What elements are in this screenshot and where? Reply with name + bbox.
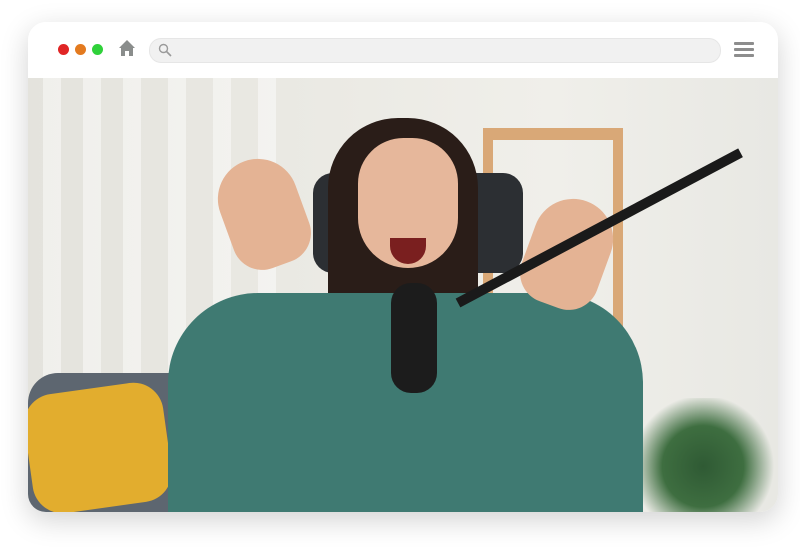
search-icon	[158, 43, 172, 57]
podcaster-photo	[28, 78, 778, 512]
minimize-window-button[interactable]	[75, 44, 86, 55]
browser-window	[28, 22, 778, 512]
maximize-window-button[interactable]	[92, 44, 103, 55]
browser-toolbar	[28, 22, 778, 78]
yellow-pillow	[28, 378, 176, 512]
hamburger-menu-icon[interactable]	[734, 42, 754, 58]
home-icon[interactable]	[118, 39, 136, 57]
microphone	[391, 283, 437, 393]
address-bar[interactable]	[149, 38, 721, 63]
plant	[628, 398, 778, 512]
close-window-button[interactable]	[58, 44, 69, 55]
